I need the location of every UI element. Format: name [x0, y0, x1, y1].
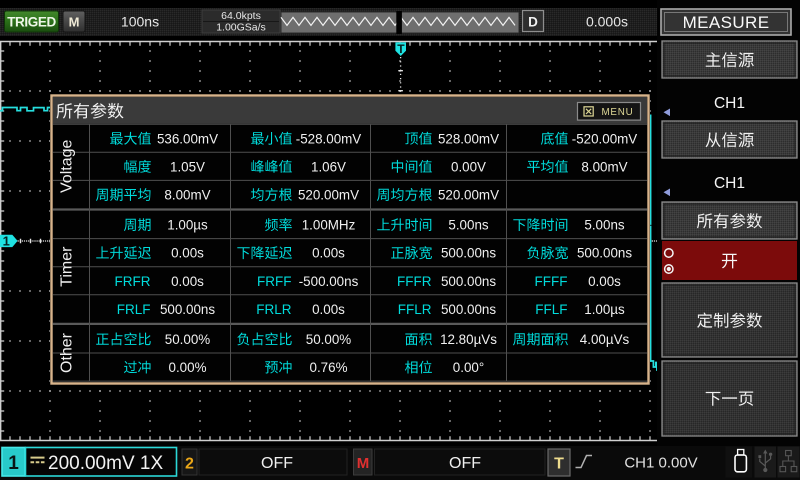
svg-text:M: M [357, 455, 370, 472]
svg-text:1: 1 [8, 453, 19, 474]
svg-text:Voltage: Voltage [59, 140, 76, 193]
svg-text:OFF: OFF [261, 455, 293, 472]
svg-text:-520.00mV: -520.00mV [572, 131, 638, 146]
svg-text:T: T [554, 456, 564, 473]
svg-text:2: 2 [185, 456, 194, 473]
svg-text:Other: Other [59, 332, 76, 373]
svg-text:520.00mV: 520.00mV [438, 188, 499, 203]
svg-text:0.00°: 0.00° [453, 360, 484, 375]
svg-text:4.00µVs: 4.00µVs [580, 332, 630, 347]
svg-text:500.00ns: 500.00ns [160, 302, 215, 317]
svg-text:FFLR: FFLR [398, 302, 432, 317]
svg-text:TRIGED: TRIGED [7, 15, 56, 30]
svg-text:FRLF: FRLF [117, 302, 151, 317]
svg-text:0.00V: 0.00V [451, 159, 486, 174]
svg-text:1.05V: 1.05V [170, 159, 205, 174]
svg-text:500.00ns: 500.00ns [577, 246, 632, 261]
svg-text:1.00MHz: 1.00MHz [302, 218, 356, 233]
svg-text:0.00%: 0.00% [169, 360, 207, 375]
svg-text:64.0kpts: 64.0kpts [221, 10, 261, 22]
svg-text:12.80µVs: 12.80µVs [440, 332, 497, 347]
svg-text:FRFF: FRFF [257, 274, 292, 289]
svg-text:MEASURE: MEASURE [683, 13, 770, 32]
svg-text:536.00mV: 536.00mV [157, 131, 218, 146]
svg-text:1: 1 [3, 234, 10, 249]
svg-text:0.76%: 0.76% [310, 360, 348, 375]
svg-text:500.00ns: 500.00ns [441, 274, 496, 289]
svg-text:1.00GSa/s: 1.00GSa/s [216, 21, 266, 33]
svg-text:8.00mV: 8.00mV [164, 188, 210, 203]
svg-text:Timer: Timer [59, 246, 76, 287]
svg-text:50.00%: 50.00% [306, 332, 352, 347]
svg-text:M: M [69, 15, 80, 30]
svg-text:FRFR: FRFR [115, 274, 151, 289]
svg-text:5.00ns: 5.00ns [448, 218, 489, 233]
svg-text:100ns: 100ns [121, 14, 159, 30]
svg-text:FFFF: FFFF [535, 274, 568, 289]
svg-text:1.06V: 1.06V [311, 159, 346, 174]
svg-text:CH1: CH1 [714, 175, 745, 192]
svg-text:CH1 0.00V: CH1 0.00V [624, 455, 697, 472]
svg-text:-528.00mV: -528.00mV [296, 131, 362, 146]
svg-text:-500.00ns: -500.00ns [299, 274, 359, 289]
svg-text:D: D [528, 15, 538, 30]
svg-text:0.000s: 0.000s [586, 14, 628, 30]
svg-text:MENU: MENU [601, 107, 633, 118]
svg-text:0.00s: 0.00s [171, 274, 204, 289]
svg-text:8.00mV: 8.00mV [581, 159, 627, 174]
svg-text:1.00µs: 1.00µs [167, 218, 208, 233]
svg-text:0.00s: 0.00s [588, 274, 621, 289]
svg-text:200.00mV 1X: 200.00mV 1X [48, 453, 163, 474]
svg-text:CH1: CH1 [714, 95, 745, 112]
svg-text:OFF: OFF [449, 455, 481, 472]
svg-text:5.00ns: 5.00ns [584, 218, 625, 233]
svg-text:FRLR: FRLR [256, 302, 292, 317]
svg-text:500.00ns: 500.00ns [441, 302, 496, 317]
svg-text:0.00s: 0.00s [171, 246, 204, 261]
svg-text:1.00µs: 1.00µs [584, 302, 625, 317]
svg-text:0.00s: 0.00s [312, 246, 345, 261]
svg-text:500.00ns: 500.00ns [441, 246, 496, 261]
svg-text:528.00mV: 528.00mV [438, 131, 499, 146]
svg-text:520.00mV: 520.00mV [298, 188, 359, 203]
svg-text:T: T [397, 42, 405, 56]
svg-text:0.00s: 0.00s [312, 302, 345, 317]
svg-text:50.00%: 50.00% [165, 332, 211, 347]
svg-text:FFLF: FFLF [535, 302, 567, 317]
svg-text:FFFR: FFFR [397, 274, 432, 289]
